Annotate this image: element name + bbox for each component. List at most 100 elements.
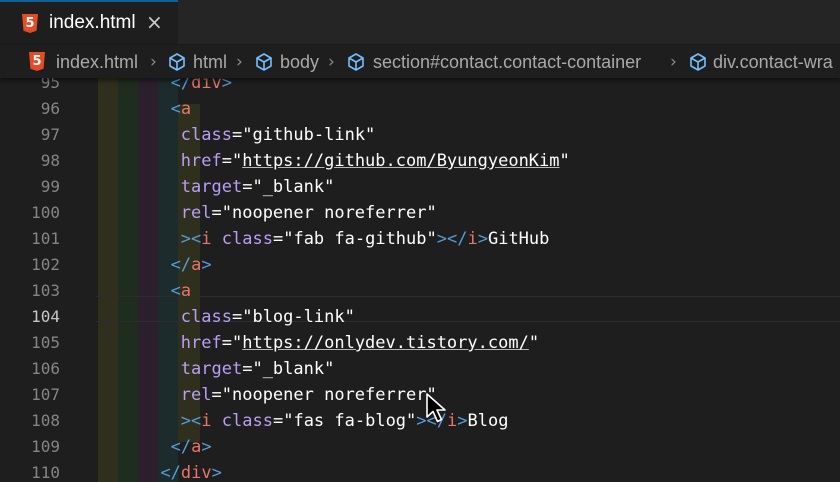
tab-index-html[interactable]: index.html × [0, 0, 178, 44]
breadcrumb: index.html › html › body › section#conta… [0, 45, 840, 78]
cube-icon [256, 53, 272, 71]
code-line: rel="noopener noreferrer" [181, 200, 437, 226]
line-number: 107 [31, 385, 60, 404]
code-token-tag: </ [170, 255, 192, 275]
cube-icon [348, 53, 364, 71]
code-token-str: GitHub [487, 229, 550, 249]
code-token-attr: class [180, 125, 232, 145]
line-number: 105 [31, 333, 60, 352]
code-token-tname: i [447, 411, 458, 431]
code-token-str: "github-link" [242, 125, 376, 145]
line-number: 106 [31, 359, 60, 378]
tab-label: index.html [49, 12, 136, 33]
line-number: 96 [40, 99, 60, 118]
code-line: ><i class="fab fa-github"></i>GitHub [181, 226, 550, 252]
code-token-attr: class [221, 411, 273, 431]
indent-guide [118, 78, 138, 482]
code-token-attr: class [221, 229, 273, 249]
line-number: 98 [40, 151, 60, 170]
code-token-link[interactable]: https://onlydev.tistory.com/ [242, 333, 529, 353]
cube-icon [169, 53, 185, 71]
code-token-tag: > [180, 229, 192, 249]
code-token-tname: a [191, 255, 202, 275]
code-token-str: ="noopener noreferrer" [211, 385, 437, 405]
code-token-tag: < [170, 281, 181, 301]
chevron-right-icon: › [150, 52, 157, 72]
breadcrumb-item-body[interactable]: body [280, 51, 319, 73]
code-token-attr: href [180, 151, 222, 171]
code-token-tname: a [180, 99, 192, 119]
code-token-str: ="fas fa-blog" [272, 411, 417, 431]
code-token-tag: </ [170, 78, 192, 93]
line-number: 108 [31, 411, 60, 430]
code-token-str: ="fab fa-github" [272, 229, 437, 249]
line-number: 101 [31, 229, 60, 248]
indent-guide [98, 78, 118, 482]
code-line: rel="noopener noreferrer" [181, 382, 437, 408]
line-number: 100 [31, 203, 60, 222]
code-token-tag: ></ [436, 229, 468, 249]
line-number: 109 [31, 437, 60, 456]
code-token-tag: </ [160, 463, 181, 482]
code-token-tag: < [170, 99, 181, 119]
code-token-str: = [231, 125, 243, 145]
code-line: <a [171, 96, 192, 122]
code-token-str: Blog [467, 411, 509, 431]
line-number: 97 [40, 125, 60, 144]
code-line: </a> [171, 434, 212, 460]
code-editor[interactable]: 95 96 97 98 99 100 101 102 103 104 105 106 107 108 109… [0, 78, 840, 482]
code-token-attr: href [180, 333, 222, 353]
code-token-str: ="noopener noreferrer" [211, 203, 437, 223]
code-line: target="_blank" [181, 356, 335, 382]
code-token-tag: < [191, 411, 202, 431]
code-token-tname: a [191, 437, 202, 457]
editor-tab-bar: index.html × [0, 0, 840, 45]
code-line: </div> [171, 78, 232, 96]
code-line: <a [171, 278, 192, 304]
code-token-str: =" [221, 151, 243, 171]
line-number: 99 [40, 177, 60, 196]
code-token-str: =" [221, 333, 243, 353]
breadcrumb-item-html[interactable]: html [193, 51, 227, 73]
mouse-pointer-icon [426, 393, 446, 423]
line-number: 102 [31, 255, 60, 274]
code-token-tag: > [180, 411, 192, 431]
code-token-tag: > [211, 463, 222, 482]
code-token-tname: div [191, 78, 222, 93]
code-token-link[interactable]: https://github.com/ByungyeonKim [242, 151, 559, 171]
code-line: class="blog-link" [181, 304, 355, 330]
code-line: ><i class="fas fa-blog"></i>Blog [181, 408, 509, 434]
chevron-right-icon: › [236, 52, 243, 72]
code-token-tname: i [201, 411, 212, 431]
code-token-tag: > [221, 78, 233, 93]
code-token-tag: < [191, 229, 202, 249]
code-token-tag: > [201, 437, 212, 457]
breadcrumb-item-div[interactable]: div.contact-wra [713, 51, 833, 73]
line-number: 103 [31, 281, 60, 300]
code-token-tag: </ [170, 437, 192, 457]
code-token-tag: > [201, 255, 212, 275]
code-line: </a> [171, 252, 212, 278]
code-token-tag: > [457, 411, 468, 431]
chevron-right-icon: › [328, 52, 335, 72]
html5-icon [29, 52, 45, 71]
code-line: href="https://onlydev.tistory.com/" [181, 330, 539, 356]
code-token-tname: a [180, 281, 192, 301]
code-token-str: ="blog-link" [231, 307, 355, 327]
breadcrumb-item-section[interactable]: section#contact.contact-container [373, 51, 641, 73]
breadcrumb-item-index-html[interactable]: index.html [56, 51, 138, 73]
code-line: href="https://github.com/ByungyeonKim" [181, 148, 570, 174]
code-line: class="github-link" [181, 122, 376, 148]
line-number-gutter: 95 96 97 98 99 100 101 102 103 104 105 106 107 108 109… [0, 78, 96, 482]
code-token-attr: target [180, 177, 243, 197]
code-token-tag: > [477, 229, 488, 249]
line-number: 95 [40, 78, 60, 92]
code-token-str: ="_blank" [242, 177, 335, 197]
close-icon[interactable]: × [146, 11, 163, 33]
code-token-str: ="_blank" [242, 359, 335, 379]
line-number: 104 [31, 307, 60, 326]
indent-guide [138, 78, 158, 482]
code-line: target="_blank" [181, 174, 335, 200]
